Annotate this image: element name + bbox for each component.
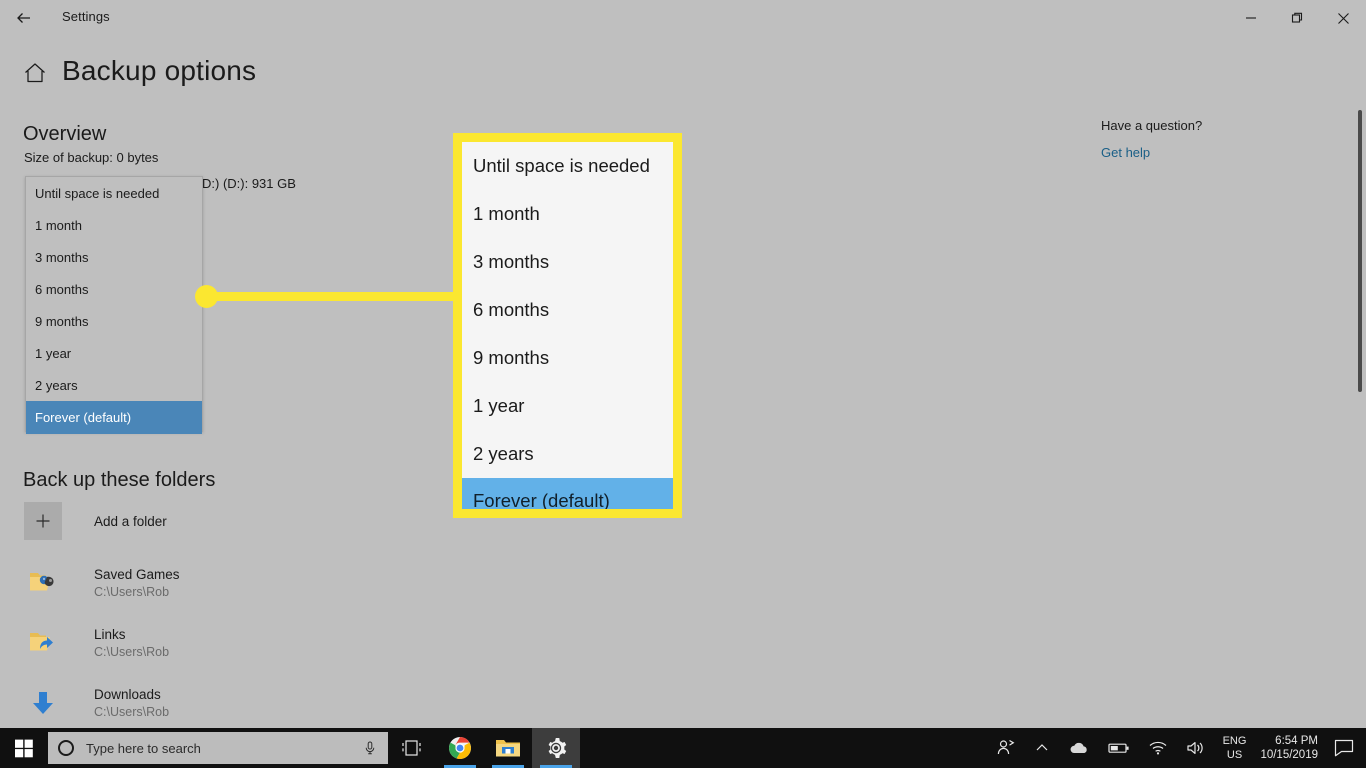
- callout-option[interactable]: 6 months: [462, 286, 673, 334]
- folder-name: Downloads: [94, 686, 161, 702]
- dropdown-option[interactable]: 9 months: [26, 305, 202, 337]
- add-a-folder-label: Add a folder: [94, 513, 167, 529]
- backup-size-text: Size of backup: 0 bytes: [24, 150, 159, 165]
- taskbar: Type here to search ENG US 6:54 PM 10/15…: [0, 728, 1366, 768]
- list-item-text: Downloads C:\Users\Rob: [94, 686, 169, 721]
- search-placeholder: Type here to search: [86, 740, 201, 756]
- settings-window: Settings Backup options Overview Size of…: [0, 0, 1366, 768]
- dropdown-option[interactable]: 3 months: [26, 241, 202, 273]
- app-title: Settings: [62, 9, 110, 24]
- list-item-text: Links C:\Users\Rob: [94, 626, 169, 661]
- show-hidden-icons-chevron[interactable]: [1025, 728, 1059, 768]
- callout-option-selected[interactable]: Forever (default): [462, 478, 673, 509]
- callout-anchor-dot: [195, 285, 218, 308]
- have-a-question-label: Have a question?: [1101, 118, 1203, 133]
- folder-path: C:\Users\Rob: [94, 644, 170, 659]
- battery-icon[interactable]: [1099, 728, 1139, 768]
- clock-date: 10/15/2019: [1260, 749, 1318, 761]
- keep-my-backups-dropdown[interactable]: Until space is needed 1 month 3 months 6…: [25, 176, 203, 434]
- language-indicator[interactable]: ENG US: [1215, 728, 1255, 768]
- dropdown-option[interactable]: Until space is needed: [26, 177, 202, 209]
- folder-name: Links: [94, 626, 126, 642]
- folder-name: Saved Games: [94, 566, 180, 582]
- zoom-callout: Until space is needed 1 month 3 months 6…: [453, 133, 682, 518]
- file-explorer-icon[interactable]: [484, 728, 532, 768]
- callout-option[interactable]: 3 months: [462, 238, 673, 286]
- zoom-callout-content: Until space is needed 1 month 3 months 6…: [462, 142, 673, 509]
- overview-heading: Overview: [23, 123, 107, 145]
- add-a-folder-button[interactable]: Add a folder: [24, 499, 324, 543]
- task-view-icon[interactable]: [388, 728, 436, 768]
- dropdown-option[interactable]: 1 month: [26, 209, 202, 241]
- list-item[interactable]: Links C:\Users\Rob: [24, 620, 354, 666]
- callout-option[interactable]: 1 month: [462, 190, 673, 238]
- dropdown-option[interactable]: 6 months: [26, 273, 202, 305]
- page-title: Backup options: [62, 55, 257, 86]
- chrome-icon[interactable]: [436, 728, 484, 768]
- microphone-icon[interactable]: [362, 740, 378, 756]
- backup-folders-heading: Back up these folders: [23, 469, 216, 491]
- folder-path: C:\Users\Rob: [94, 584, 170, 599]
- list-item-text: Saved Games C:\Users\Rob: [94, 566, 180, 601]
- home-icon[interactable]: [22, 60, 48, 86]
- callout-option[interactable]: 2 years: [462, 430, 673, 478]
- scrollbar-thumb[interactable]: [1358, 110, 1362, 392]
- minimize-button[interactable]: [1228, 0, 1274, 36]
- callout-option[interactable]: 9 months: [462, 334, 673, 382]
- windows-start-icon[interactable]: [0, 728, 48, 768]
- system-tray: ENG US 6:54 PM 10/15/2019: [987, 728, 1366, 768]
- language-top: ENG: [1222, 735, 1247, 747]
- clock-time: 6:54 PM: [1275, 735, 1318, 747]
- back-button[interactable]: [8, 4, 40, 32]
- list-item[interactable]: Saved Games C:\Users\Rob: [24, 560, 354, 606]
- list-item[interactable]: Downloads C:\Users\Rob: [24, 680, 354, 726]
- dropdown-option[interactable]: 1 year: [26, 337, 202, 369]
- close-button[interactable]: [1320, 0, 1366, 36]
- people-icon[interactable]: [987, 728, 1025, 768]
- action-center-icon[interactable]: [1328, 728, 1366, 768]
- speaker-volume-icon[interactable]: [1177, 728, 1215, 768]
- settings-gear-icon[interactable]: [532, 728, 580, 768]
- callout-connector-line: [206, 292, 456, 301]
- clock[interactable]: 6:54 PM 10/15/2019: [1254, 728, 1328, 768]
- folder-saved-games-icon: [24, 564, 62, 602]
- get-help-link[interactable]: Get help: [1101, 145, 1150, 160]
- folder-links-icon: [24, 624, 62, 662]
- plus-icon: [24, 502, 62, 540]
- callout-option[interactable]: 1 year: [462, 382, 673, 430]
- wifi-icon[interactable]: [1139, 728, 1177, 768]
- page-scrollbar[interactable]: [1352, 36, 1366, 728]
- onedrive-cloud-icon[interactable]: [1059, 728, 1099, 768]
- dropdown-option-selected[interactable]: Forever (default): [26, 401, 202, 434]
- language-bottom: US: [1226, 749, 1243, 761]
- callout-option[interactable]: Until space is needed: [462, 142, 673, 190]
- maximize-restore-button[interactable]: [1274, 0, 1320, 36]
- search-input[interactable]: Type here to search: [48, 732, 388, 764]
- folder-path: C:\Users\Rob: [94, 704, 170, 719]
- downloads-arrow-icon: [24, 684, 62, 722]
- dropdown-option[interactable]: 2 years: [26, 369, 202, 401]
- cortana-circle-icon: [58, 740, 74, 756]
- title-bar: Settings: [0, 0, 1366, 36]
- drive-label: D:) (D:): 931 GB: [202, 176, 296, 191]
